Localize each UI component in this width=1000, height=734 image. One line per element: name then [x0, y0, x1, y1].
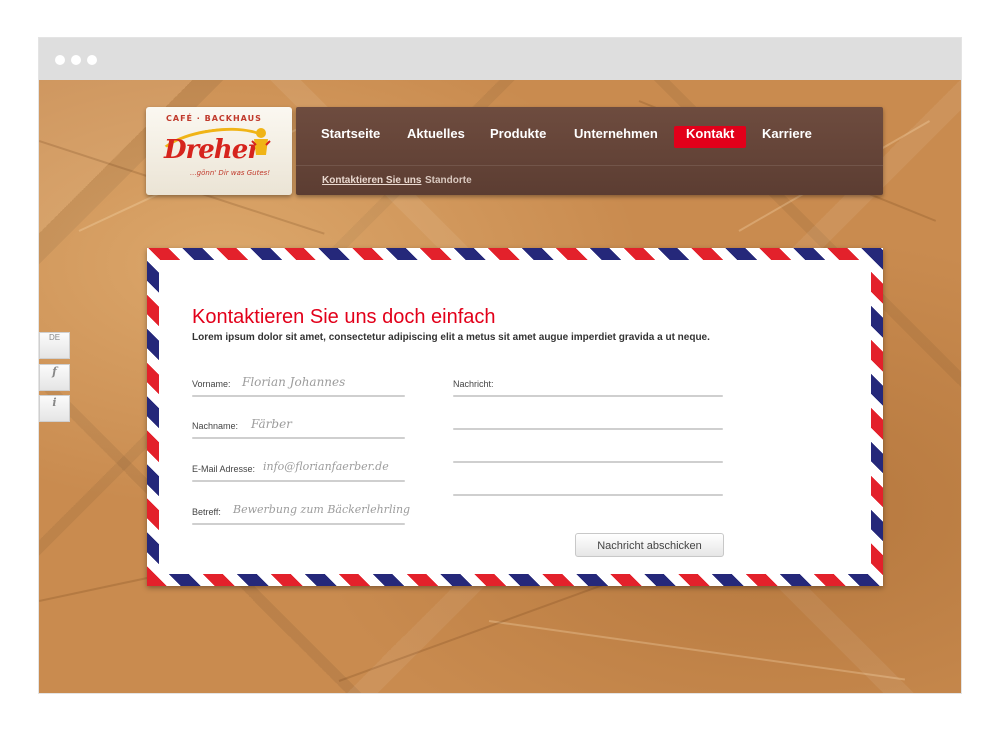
- field-label: Vorname:: [192, 379, 231, 389]
- subject-input[interactable]: Bewerbung zum Bäckerlehrling: [233, 503, 410, 516]
- info-icon[interactable]: i: [39, 395, 70, 422]
- page-viewport: CAFÉ · BACKHAUS Dreher ...gönn' Dir was …: [39, 80, 961, 693]
- logo-name: Dreher: [164, 135, 261, 165]
- field-label: Nachname:: [192, 421, 239, 431]
- paper-crease: [488, 620, 906, 681]
- paper-crease: [338, 577, 622, 682]
- input-underline: [192, 480, 405, 482]
- logo-tagline: ...gönn' Dir was Gutes!: [190, 169, 271, 177]
- input-underline: [192, 523, 405, 525]
- subnav-item-standorte[interactable]: Standorte: [425, 175, 472, 186]
- window-dot-icon[interactable]: [55, 55, 65, 65]
- window-dot-icon[interactable]: [71, 55, 81, 65]
- first-name-field[interactable]: Vorname: Florian Johannes: [192, 375, 407, 399]
- logo-top-text: CAFÉ · BACKHAUS: [166, 114, 262, 123]
- subnav-item-kontaktieren[interactable]: Kontaktieren Sie uns: [322, 175, 421, 186]
- language-button[interactable]: DE: [39, 332, 70, 359]
- submit-button[interactable]: Nachricht abschicken: [575, 533, 724, 557]
- message-field[interactable]: Nachricht:: [453, 379, 725, 507]
- message-line: [453, 461, 723, 463]
- message-line: [453, 428, 723, 430]
- nav-item-startseite[interactable]: Startseite: [309, 126, 392, 148]
- contact-form: Kontaktieren Sie uns doch einfach Lorem …: [159, 260, 871, 574]
- browser-window: CAFÉ · BACKHAUS Dreher ...gönn' Dir was …: [39, 38, 961, 693]
- message-line: [453, 494, 723, 496]
- nav-item-produkte[interactable]: Produkte: [478, 126, 558, 148]
- message-line: [453, 395, 723, 397]
- nav-item-unternehmen[interactable]: Unternehmen: [562, 126, 670, 148]
- baker-figure-icon: [251, 128, 271, 155]
- airmail-envelope: Kontaktieren Sie uns doch einfach Lorem …: [147, 248, 883, 586]
- nav-row: Startseite Aktuelles Produkte Unternehme…: [296, 107, 883, 166]
- field-label: Betreff:: [192, 507, 221, 517]
- nav-item-kontakt[interactable]: Kontakt: [674, 126, 747, 148]
- page-title: Kontaktieren Sie uns doch einfach: [192, 306, 496, 328]
- field-label: E-Mail Adresse:: [192, 464, 256, 474]
- first-name-input[interactable]: Florian Johannes: [242, 375, 345, 389]
- email-input[interactable]: info@florianfaerber.de: [263, 460, 389, 473]
- input-underline: [192, 395, 405, 397]
- input-underline: [192, 437, 405, 439]
- last-name-field[interactable]: Nachname: Färber: [192, 417, 407, 441]
- last-name-input[interactable]: Färber: [251, 417, 292, 431]
- browser-title-bar: [39, 38, 961, 80]
- facebook-icon[interactable]: f: [39, 364, 70, 391]
- email-field[interactable]: E-Mail Adresse: info@florianfaerber.de: [192, 460, 407, 484]
- nav-item-aktuelles[interactable]: Aktuelles: [395, 126, 477, 148]
- main-navigation: Startseite Aktuelles Produkte Unternehme…: [296, 107, 883, 195]
- logo[interactable]: CAFÉ · BACKHAUS Dreher ...gönn' Dir was …: [146, 107, 292, 195]
- nav-item-karriere[interactable]: Karriere: [750, 126, 824, 148]
- message-label: Nachricht:: [453, 379, 494, 389]
- subject-field[interactable]: Betreff: Bewerbung zum Bäckerlehrling: [192, 503, 410, 527]
- window-dot-icon[interactable]: [87, 55, 97, 65]
- intro-text: Lorem ipsum dolor sit amet, consectetur …: [192, 332, 710, 343]
